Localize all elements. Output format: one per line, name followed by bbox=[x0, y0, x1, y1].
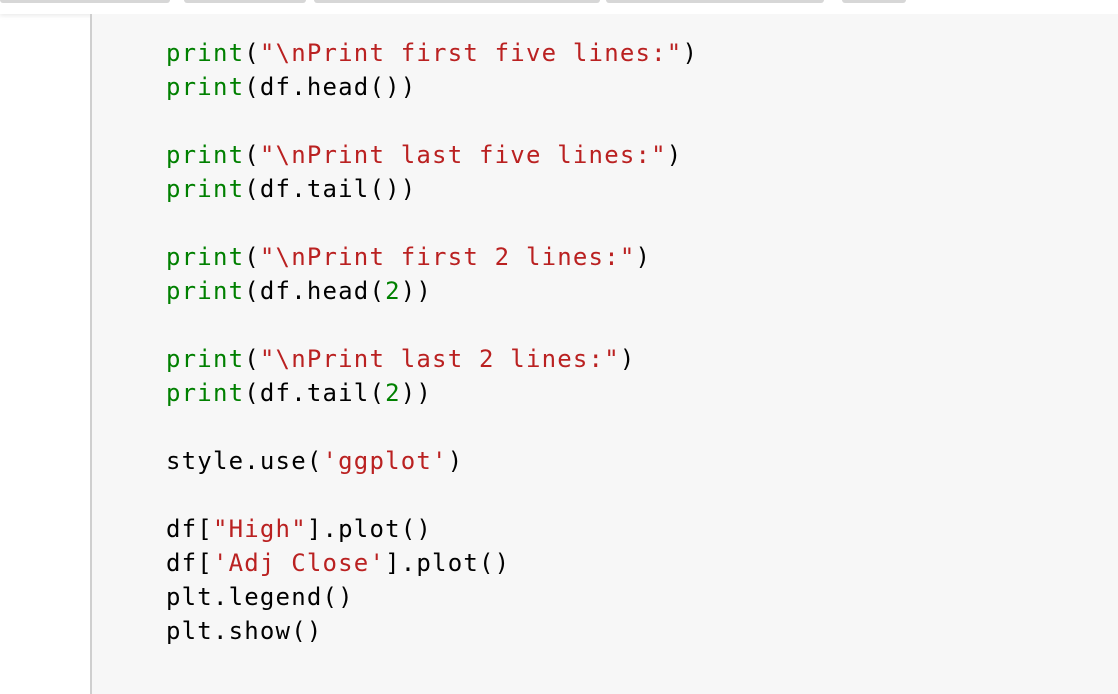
code-token-plain: ) bbox=[666, 141, 683, 169]
code-line[interactable]: df["High"].plot() bbox=[166, 512, 698, 546]
code-line[interactable]: print(df.tail(2)) bbox=[166, 376, 698, 410]
code-line[interactable]: print("\nPrint first five lines:") bbox=[166, 36, 698, 70]
code-token-plain: style.use( bbox=[166, 447, 323, 475]
code-line[interactable]: print("\nPrint last 2 lines:") bbox=[166, 342, 698, 376]
code-line[interactable]: print(df.head()) bbox=[166, 70, 698, 104]
code-line[interactable]: print("\nPrint first 2 lines:") bbox=[166, 240, 698, 274]
code-token-builtin: print bbox=[166, 39, 245, 67]
code-line[interactable]: plt.show() bbox=[166, 614, 698, 648]
code-token-plain: plt.legend() bbox=[166, 583, 354, 611]
code-token-plain: ( bbox=[244, 243, 260, 271]
code-token-plain: (df.tail()) bbox=[244, 175, 417, 203]
code-token-plain: plt.show() bbox=[166, 617, 323, 645]
code-line[interactable] bbox=[166, 478, 698, 512]
code-token-plain: df[ bbox=[166, 515, 213, 543]
code-token-string: "\nPrint last 2 lines:" bbox=[259, 345, 620, 373]
code-token-plain: )) bbox=[400, 379, 433, 407]
code-token-plain: ) bbox=[619, 345, 636, 373]
code-line[interactable] bbox=[166, 104, 698, 138]
tab-edge-5[interactable] bbox=[842, 0, 906, 3]
code-token-builtin: print bbox=[166, 277, 245, 305]
code-token-plain: ].plot() bbox=[306, 515, 433, 543]
notebook-top-toolbar bbox=[0, 0, 1118, 14]
code-line[interactable]: print(df.tail()) bbox=[166, 172, 698, 206]
code-token-plain: ) bbox=[447, 447, 464, 475]
code-token-builtin: print bbox=[166, 243, 245, 271]
tab-edge-1[interactable] bbox=[0, 0, 170, 3]
code-token-string: 'Adj Close' bbox=[212, 549, 386, 577]
code-token-builtin: print bbox=[166, 345, 245, 373]
code-token-string: 'ggplot' bbox=[322, 447, 448, 475]
code-token-number: 2 bbox=[385, 379, 401, 407]
code-token-plain: ( bbox=[244, 345, 260, 373]
code-token-builtin: print bbox=[166, 175, 245, 203]
code-token-plain: (df.head()) bbox=[244, 73, 417, 101]
code-line[interactable]: df['Adj Close'].plot() bbox=[166, 546, 698, 580]
code-token-plain: ) bbox=[682, 39, 699, 67]
code-line[interactable] bbox=[166, 308, 698, 342]
code-token-builtin: print bbox=[166, 73, 245, 101]
code-token-string: "High" bbox=[212, 515, 307, 543]
code-editor[interactable]: print("\nPrint first five lines:") print(… bbox=[166, 36, 698, 648]
code-token-string: "\nPrint first five lines:" bbox=[259, 39, 683, 67]
tab-edge-2[interactable] bbox=[184, 0, 306, 3]
code-token-number: 2 bbox=[385, 277, 401, 305]
code-token-builtin: print bbox=[166, 379, 245, 407]
code-line[interactable]: plt.legend() bbox=[166, 580, 698, 614]
code-token-plain: (df.head( bbox=[244, 277, 386, 305]
code-token-plain: ].plot() bbox=[385, 549, 511, 577]
code-line[interactable]: print(df.head(2)) bbox=[166, 274, 698, 308]
code-token-builtin: print bbox=[166, 141, 245, 169]
code-token-plain: ) bbox=[635, 243, 652, 271]
code-token-plain: (df.tail( bbox=[244, 379, 386, 407]
tab-edge-3[interactable] bbox=[314, 0, 600, 3]
code-line[interactable] bbox=[166, 206, 698, 240]
tab-edge-4[interactable] bbox=[606, 0, 824, 3]
code-line[interactable]: print("\nPrint last five lines:") bbox=[166, 138, 698, 172]
code-token-string: "\nPrint first 2 lines:" bbox=[259, 243, 636, 271]
code-token-plain: df[ bbox=[166, 549, 213, 577]
code-token-plain: )) bbox=[400, 277, 433, 305]
code-token-plain: ( bbox=[244, 39, 260, 67]
code-token-plain: ( bbox=[244, 141, 260, 169]
code-token-string: "\nPrint last five lines:" bbox=[259, 141, 667, 169]
code-line[interactable] bbox=[166, 410, 698, 444]
code-line[interactable]: style.use('ggplot') bbox=[166, 444, 698, 478]
